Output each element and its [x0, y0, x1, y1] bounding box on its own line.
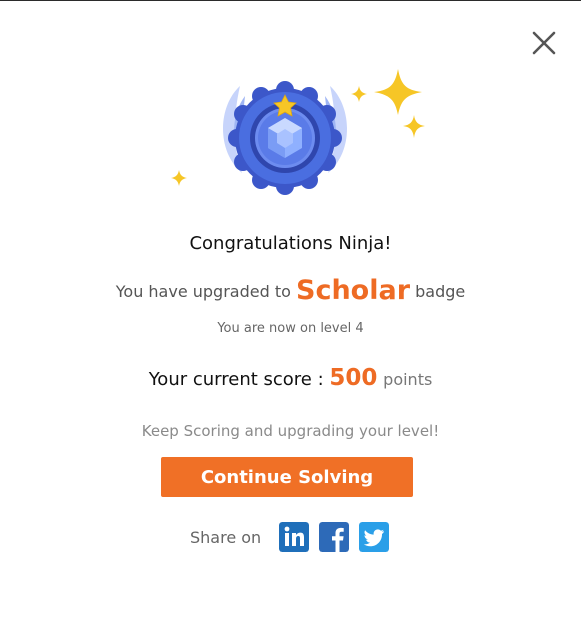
badge-name: Scholar [296, 275, 411, 306]
continue-solving-button[interactable]: Continue Solving [161, 457, 413, 497]
share-row: Share on [190, 521, 390, 553]
level-text: You are now on level 4 [217, 321, 364, 336]
twitter-icon[interactable] [359, 522, 390, 552]
scholar-badge-icon [171, 69, 425, 195]
close-icon[interactable] [530, 29, 558, 57]
score-line: Your current score : 500 points [0, 365, 581, 391]
upgrade-suffix: badge [415, 282, 466, 301]
upgrade-prefix: You have upgraded to [115, 282, 291, 301]
score-value: 500 [329, 365, 378, 391]
congrats-heading: Congratulations Ninja! [189, 233, 392, 254]
facebook-icon[interactable] [319, 522, 350, 552]
score-unit: points [383, 370, 433, 389]
badge-upgrade-dialog: Congratulations Ninja! You have upgraded… [0, 0, 581, 620]
linkedin-icon[interactable] [279, 522, 310, 552]
share-label: Share on [190, 527, 262, 547]
score-prefix: Your current score : [148, 369, 324, 390]
upgrade-message: You have upgraded to Scholar badge [0, 275, 581, 306]
keep-scoring-text: Keep Scoring and upgrading your level! [141, 422, 440, 440]
